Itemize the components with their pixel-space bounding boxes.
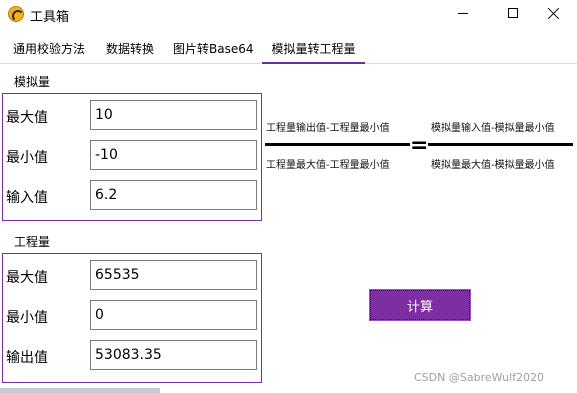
window-title: 工具箱	[30, 10, 70, 25]
analog-max-input[interactable]	[90, 100, 257, 130]
formula-left-fraction-line	[265, 143, 410, 146]
engineering-max-label: 最大值	[6, 270, 48, 286]
engineering-output-label: 输出值	[6, 350, 48, 366]
engineering-group-label: 工程量	[14, 235, 51, 249]
analog-group-label: 模拟量	[14, 75, 51, 89]
analog-min-input[interactable]	[90, 140, 257, 170]
tab-data-conversion[interactable]: 数据转换	[106, 38, 154, 64]
taskbar-edge	[0, 388, 160, 393]
maximize-icon	[508, 8, 518, 18]
app-logo-icon	[8, 6, 24, 22]
formula-left-numerator: 工程量输出值-工程量最小值	[266, 123, 390, 134]
tab-analog-to-engineering[interactable]: 模拟量转工程量	[262, 38, 365, 64]
maximize-button[interactable]	[490, 0, 536, 26]
engineering-min-input[interactable]	[90, 300, 257, 330]
minimize-icon	[458, 12, 468, 14]
minimize-button[interactable]	[440, 0, 486, 26]
analog-input-label: 输入值	[6, 190, 48, 206]
watermark: CSDN @SabreWulf2020	[414, 371, 544, 384]
formula-right-fraction-line	[428, 143, 573, 146]
title-bar: 工具箱	[0, 0, 577, 30]
close-icon	[548, 7, 560, 19]
analog-input-value[interactable]	[90, 180, 257, 210]
formula-left-denominator: 工程量最大值-工程量最小值	[266, 160, 390, 171]
engineering-min-label: 最小值	[6, 310, 48, 326]
analog-max-label: 最大值	[6, 110, 48, 126]
tab-strip: 通用校验方法 数据转换 图片转Base64 模拟量转工程量	[0, 38, 577, 64]
tab-image-to-base64[interactable]: 图片转Base64	[173, 38, 254, 64]
engineering-max-input[interactable]	[90, 260, 257, 290]
engineering-output-value[interactable]	[90, 340, 257, 370]
tab-checksum-methods[interactable]: 通用校验方法	[13, 38, 85, 64]
close-button[interactable]	[531, 0, 577, 26]
formula-equals-sign: =	[410, 133, 429, 158]
calculate-button[interactable]: 计算	[369, 289, 471, 321]
analog-min-label: 最小值	[6, 150, 48, 166]
formula-right-denominator: 模拟量最大值-模拟量最小值	[431, 160, 555, 171]
formula-right-numerator: 模拟量输入值-模拟量最小值	[431, 123, 555, 134]
